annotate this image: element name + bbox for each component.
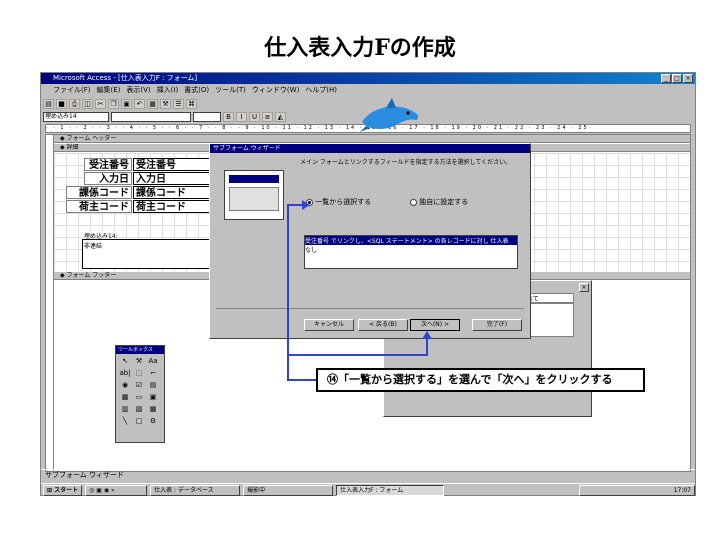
instruction-callout: ⑭「一覧から選択する」を選んで「次へ」をクリックする <box>316 368 645 392</box>
callout-arrows <box>287 200 432 381</box>
dolphin-assistant-icon <box>360 98 419 132</box>
arrow-to-next <box>288 338 428 356</box>
arrow-to-radio <box>287 204 316 381</box>
arrow-head-radio <box>302 200 310 210</box>
arrow-head-next <box>422 331 432 339</box>
